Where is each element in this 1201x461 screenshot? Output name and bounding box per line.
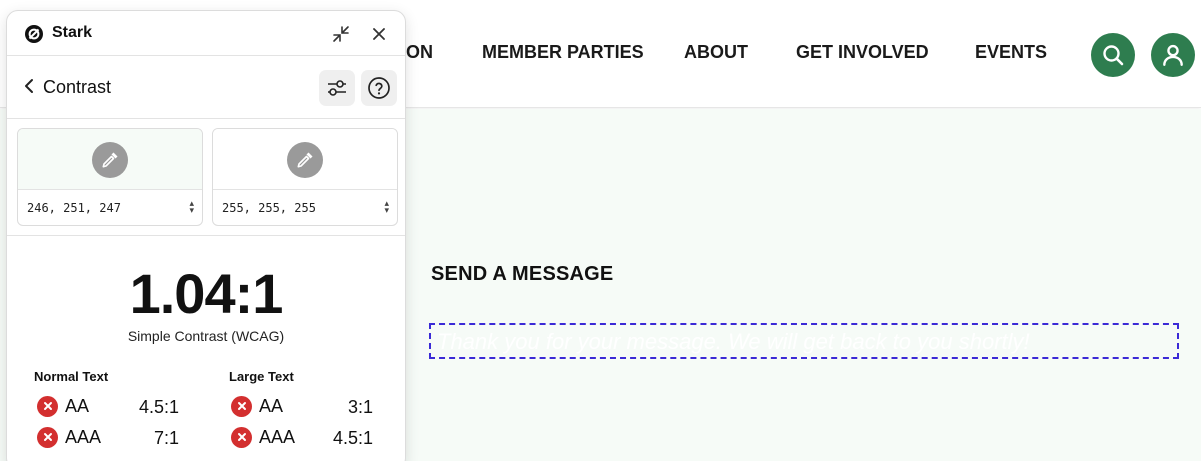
foreground-eyedropper-button[interactable] (92, 142, 128, 178)
background-color-preview (213, 129, 397, 190)
user-icon (1163, 44, 1183, 66)
large-aaa-label: AAA (259, 427, 296, 447)
stark-logo-icon (25, 25, 43, 43)
fail-icon (37, 395, 58, 417)
send-message-heading: SEND A MESSAGE (431, 263, 614, 285)
app-name: Stark (52, 24, 93, 41)
nav-item-member-parties[interactable]: MEMBER PARTIES (482, 42, 644, 63)
eyedropper-icon (102, 152, 118, 168)
nav-item-events[interactable]: EVENTS (975, 42, 1047, 63)
search-button[interactable] (1091, 33, 1135, 77)
nav-item-partial[interactable]: ON (406, 42, 433, 63)
nav-item-get-involved[interactable]: GET INVOLVED (796, 42, 929, 63)
contrast-header: Contrast (7, 57, 405, 119)
fail-icon (37, 426, 58, 448)
sliders-icon (328, 80, 346, 96)
normal-aaa-label: AAA (65, 427, 102, 447)
section-title: Contrast (43, 77, 112, 97)
foreground-value-input[interactable]: 246, 251, 247 (27, 201, 121, 215)
background-value-input[interactable]: 255, 255, 255 (222, 201, 316, 215)
large-text-heading: Large Text (229, 369, 294, 384)
normal-text-heading: Normal Text (34, 369, 109, 384)
foreground-color-preview (18, 129, 202, 190)
foreground-swatch: 246, 251, 247 ▴ ▾ (17, 128, 203, 226)
divider (7, 235, 405, 236)
contrast-ratio: 1.04:1 (129, 262, 284, 325)
close-icon (373, 28, 385, 40)
normal-aa-label: AA (65, 396, 90, 416)
stark-titlebar: Stark (7, 11, 405, 56)
background-eyedropper-button[interactable] (287, 142, 323, 178)
help-button[interactable] (361, 70, 397, 106)
help-icon (368, 77, 390, 99)
search-icon (1103, 45, 1124, 66)
collapse-button[interactable] (329, 22, 353, 46)
close-button[interactable] (367, 22, 391, 46)
foreground-stepper-icon[interactable]: ▴ ▾ (189, 199, 194, 215)
contrast-caption: Simple Contrast (WCAG) (127, 328, 285, 344)
large-aa-threshold: 3:1 (347, 397, 373, 417)
background-swatch: 255, 255, 255 ▴ ▾ (212, 128, 398, 226)
collapse-icon (333, 26, 349, 42)
normal-aa-threshold: 4.5:1 (138, 397, 179, 417)
thank-you-message: Thank you for your message. We will get … (429, 323, 1179, 359)
back-chevron-icon[interactable] (23, 77, 35, 95)
large-aa-label: AA (259, 396, 284, 416)
fail-icon (231, 395, 252, 417)
normal-aaa-threshold: 7:1 (153, 428, 179, 448)
nav-item-about[interactable]: ABOUT (684, 42, 748, 63)
background-stepper-icon[interactable]: ▴ ▾ (384, 199, 389, 215)
account-button[interactable] (1151, 33, 1195, 77)
fail-icon (231, 426, 252, 448)
stark-panel: Stark Contrast 246, 251, 247 ▴ ▾ 255, 25… (6, 10, 406, 461)
eyedropper-icon (297, 152, 313, 168)
settings-button[interactable] (319, 70, 355, 106)
large-aaa-threshold: 4.5:1 (332, 428, 373, 448)
